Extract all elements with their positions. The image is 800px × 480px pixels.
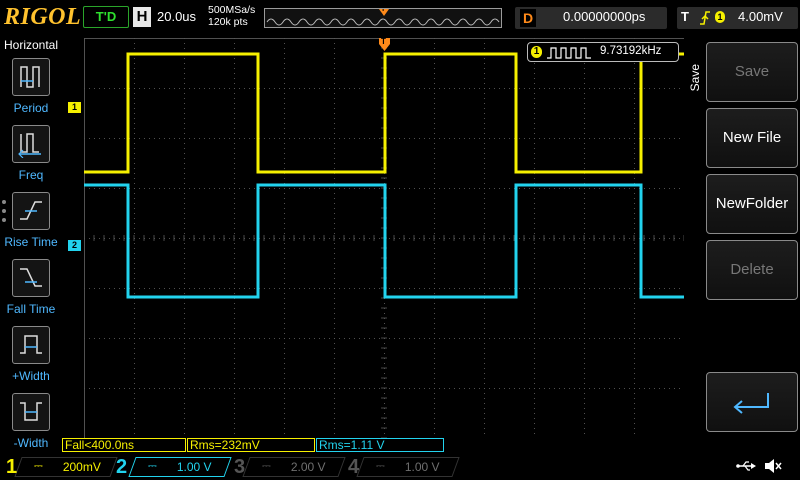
channel-scale-box: 1.00 V bbox=[356, 457, 460, 477]
rise-time-icon bbox=[12, 192, 50, 230]
trigger-source-badge: 1 bbox=[715, 11, 725, 23]
measurement-text: Fall<400.0ns bbox=[65, 438, 135, 452]
measurement-fall-time[interactable]: Fall<400.0ns bbox=[62, 438, 186, 452]
measurement-text: Rms=232mV bbox=[190, 438, 260, 452]
menu-title: Horizontal bbox=[3, 38, 59, 52]
channel-scale: 2.00 V bbox=[290, 460, 326, 474]
menu-item-label: Rise Time bbox=[4, 235, 58, 249]
trigger-label: T bbox=[681, 9, 689, 24]
menu-item-label: Period bbox=[13, 101, 49, 115]
waveform-display[interactable]: T 1 2 1 9.73192kHz bbox=[64, 38, 702, 438]
menu-item-label: -Width bbox=[13, 436, 49, 450]
usb-icon bbox=[736, 459, 758, 476]
memory-depth: 120k pts bbox=[208, 16, 248, 28]
horizontal-measure-menu: Horizontal Period Freq Rise Time Fall Ti… bbox=[0, 36, 62, 454]
channel-2-tab[interactable]: 1.00 V 2 ⎓ bbox=[116, 456, 232, 478]
delay-label: D bbox=[520, 9, 536, 27]
channel-scale-box: 1.00 V bbox=[128, 457, 232, 477]
negative-width-icon bbox=[12, 393, 50, 431]
trigger-status-badge: T'D bbox=[83, 6, 129, 28]
trigger-box[interactable]: T 1 4.00mV bbox=[677, 7, 798, 29]
frequency-value: 9.73192kHz bbox=[600, 45, 662, 57]
menu-item-freq[interactable]: Freq bbox=[0, 125, 62, 191]
ch1-waveform bbox=[84, 52, 684, 174]
ch1-offset-marker[interactable]: 1 bbox=[68, 102, 81, 113]
channel-status-bar: 200mV 1 ⎓ 1.00 V 2 ⎓ 2.00 V 3 ⎓ 1.00 V 4 ⎓ bbox=[0, 454, 800, 480]
ch2-offset-marker[interactable]: 2 bbox=[68, 240, 81, 251]
channel-scale-box: 2.00 V bbox=[242, 457, 346, 477]
measurement-ch2-rms[interactable]: Rms=1.11 V bbox=[316, 438, 444, 452]
trigger-marker-label: T bbox=[381, 38, 386, 46]
channel-scale: 1.00 V bbox=[176, 460, 212, 474]
rising-edge-icon bbox=[700, 11, 710, 25]
graticule bbox=[84, 38, 684, 438]
save-button[interactable]: Save bbox=[706, 42, 798, 102]
dc-coupling-icon: ⎓ bbox=[376, 460, 385, 472]
menu-item-label: Freq bbox=[18, 168, 44, 182]
new-file-button[interactable]: New File bbox=[706, 108, 798, 168]
new-folder-button[interactable]: NewFolder bbox=[706, 174, 798, 234]
dc-coupling-icon: ⎓ bbox=[34, 460, 43, 472]
memory-trigger-marker: T bbox=[381, 8, 386, 13]
brand-logo: RIGOL bbox=[4, 4, 82, 30]
period-icon bbox=[12, 58, 50, 96]
sample-rate: 500MSa/s bbox=[208, 4, 256, 16]
menu-item-positive-width[interactable]: +Width bbox=[0, 326, 62, 392]
top-status-bar: RIGOL T'D H 20.0us 500MSa/s 120k pts T D… bbox=[0, 0, 800, 36]
menu-item-negative-width[interactable]: -Width bbox=[0, 393, 62, 459]
menu-section-label: Save bbox=[688, 64, 702, 92]
measurement-ch1-rms[interactable]: Rms=232mV bbox=[187, 438, 315, 452]
acquisition-info: 500MSa/s 120k pts bbox=[208, 4, 255, 28]
channel-number: 4 bbox=[348, 456, 360, 478]
counter-source-badge: 1 bbox=[531, 46, 542, 58]
timebase-label: H bbox=[133, 7, 151, 27]
delete-button[interactable]: Delete bbox=[706, 240, 798, 300]
menu-item-label: Fall Time bbox=[6, 302, 56, 316]
measurement-bar: Fall<400.0ns Rms=232mV Rms=1.11 V bbox=[62, 438, 700, 452]
menu-item-label: +Width bbox=[12, 369, 50, 383]
frequency-counter: 1 9.73192kHz bbox=[527, 42, 679, 62]
channel-4-tab[interactable]: 1.00 V 4 ⎓ bbox=[346, 456, 460, 478]
speaker-muted-icon[interactable] bbox=[763, 458, 783, 479]
channel-1-tab[interactable]: 200mV 1 ⎓ bbox=[4, 456, 118, 478]
channel-number: 1 bbox=[6, 456, 18, 478]
positive-width-icon bbox=[12, 326, 50, 364]
dc-coupling-icon: ⎓ bbox=[262, 460, 271, 472]
square-wave-icon bbox=[547, 47, 591, 59]
channel-scale: 200mV bbox=[62, 460, 101, 474]
measurement-text: Rms=1.11 V bbox=[319, 438, 385, 452]
menu-item-rise-time[interactable]: Rise Time bbox=[0, 192, 62, 258]
trigger-level-value: 4.00mV bbox=[738, 9, 783, 24]
memory-position-bar[interactable]: T bbox=[264, 8, 502, 28]
frequency-icon bbox=[12, 125, 50, 163]
channel-scale: 1.00 V bbox=[404, 460, 440, 474]
save-menu: Save Save New File NewFolder Delete bbox=[686, 38, 800, 454]
channel-3-tab[interactable]: 2.00 V 3 ⎓ bbox=[232, 456, 346, 478]
delay-value: 0.00000000ps bbox=[563, 9, 646, 24]
channel-scale-box: 200mV bbox=[14, 457, 118, 477]
dc-coupling-icon: ⎓ bbox=[148, 460, 157, 472]
timebase-value[interactable]: 20.0us bbox=[157, 9, 196, 24]
menu-item-period[interactable]: Period bbox=[0, 58, 62, 124]
menu-item-fall-time[interactable]: Fall Time bbox=[0, 259, 62, 325]
fall-time-icon bbox=[12, 259, 50, 297]
channel-number: 2 bbox=[116, 456, 128, 478]
delay-box[interactable]: D 0.00000000ps bbox=[515, 7, 667, 29]
enter-icon bbox=[733, 393, 769, 414]
enter-button[interactable] bbox=[706, 372, 798, 432]
trigger-position-marker[interactable]: T bbox=[379, 38, 390, 52]
channel-number: 3 bbox=[234, 456, 246, 478]
